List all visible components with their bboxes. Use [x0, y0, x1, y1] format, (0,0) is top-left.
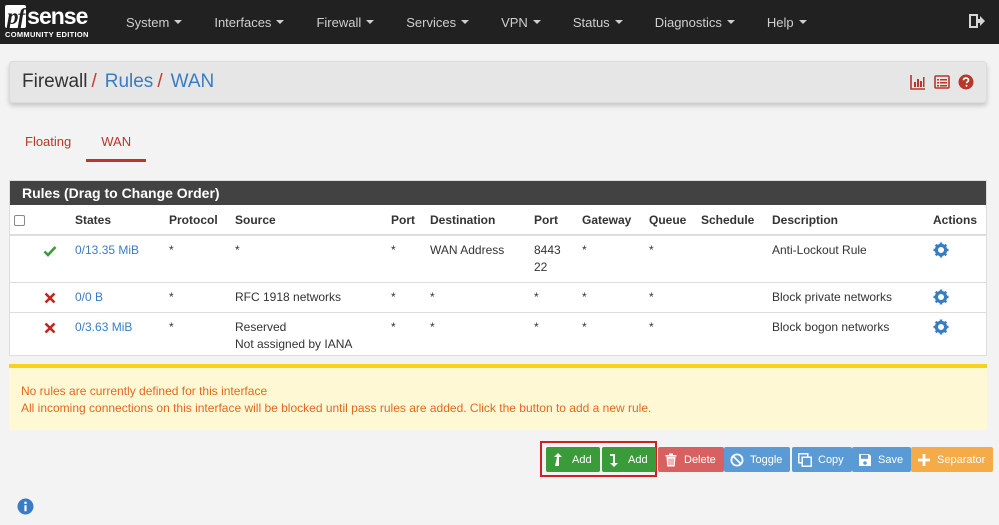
col-actions: Actions [929, 205, 986, 236]
trash-icon [665, 453, 677, 466]
caret-down-icon [726, 20, 735, 24]
nav-diagnostics[interactable]: Diagnostics [639, 0, 751, 44]
delete-button[interactable]: Delete [658, 447, 724, 472]
gear-icon[interactable] [933, 289, 949, 305]
nav-firewall[interactable]: Firewall [300, 0, 390, 44]
caret-down-icon [366, 20, 375, 24]
col-source: Source [231, 205, 387, 236]
nav-vpn[interactable]: VPN [485, 0, 557, 44]
block-x-icon [44, 322, 56, 334]
copy-button[interactable]: Copy [792, 447, 852, 472]
no-rules-alert: No rules are currently defined for this … [9, 364, 987, 430]
nav-status[interactable]: Status [557, 0, 639, 44]
nav-help[interactable]: Help [751, 0, 823, 44]
rules-table: States Protocol Source Port Destination … [10, 205, 986, 359]
states-link[interactable]: 0/13.35 MiB [75, 243, 139, 257]
main-menu: System Interfaces Firewall Services VPN … [110, 0, 823, 44]
block-x-icon [44, 292, 56, 304]
bar-chart-icon[interactable] [910, 74, 926, 90]
rules-heading: Rules (Drag to Change Order) [10, 181, 986, 205]
table-row[interactable]: 0/0 B * RFC 1918 networks * * * * * Bloc… [10, 282, 986, 313]
gear-icon[interactable] [933, 242, 949, 258]
ban-icon [730, 453, 744, 466]
caret-down-icon [276, 20, 285, 24]
col-destination: Destination [426, 205, 530, 236]
caret-down-icon [174, 20, 183, 24]
copy-icon [798, 452, 812, 467]
col-protocol: Protocol [165, 205, 231, 236]
toggle-button[interactable]: Toggle [724, 447, 791, 472]
add-rule-bottom-button[interactable]: Add [602, 447, 656, 472]
col-states: States [71, 205, 165, 236]
col-description: Description [768, 205, 929, 236]
gear-icon[interactable] [933, 319, 949, 335]
col-schedule: Schedule [697, 205, 768, 236]
states-link[interactable]: 0/3.63 MiB [75, 320, 132, 334]
add-rule-top-button[interactable]: Add [546, 447, 600, 472]
col-gateway: Gateway [578, 205, 645, 236]
breadcrumb: Firewall / Rules / WAN [9, 61, 987, 103]
top-navbar: pf sense COMMUNITY EDITION System Interfa… [0, 0, 999, 44]
breadcrumb-firewall: Firewall [22, 71, 88, 92]
select-all-checkbox[interactable] [14, 214, 25, 226]
rules-panel: Rules (Drag to Change Order) States Prot… [9, 180, 987, 359]
states-link[interactable]: 0/0 B [75, 290, 103, 304]
caret-down-icon [798, 20, 807, 24]
nav-system[interactable]: System [110, 0, 198, 44]
tab-floating[interactable]: Floating [10, 120, 86, 162]
alert-line-1: No rules are currently defined for this … [21, 384, 268, 398]
logo-sense-text: sense [27, 3, 88, 29]
col-dest-port: Port [530, 205, 578, 236]
caret-down-icon [461, 20, 470, 24]
table-row[interactable]: 0/3.63 MiB * Reserved Not assigned by IAN… [10, 312, 986, 359]
plus-icon [918, 453, 930, 466]
arrow-down-icon [610, 453, 618, 467]
info-icon[interactable] [17, 498, 34, 515]
breadcrumb-wan[interactable]: WAN [171, 71, 215, 93]
caret-down-icon [532, 20, 541, 24]
interface-tabs: Floating WAN [10, 120, 146, 162]
pass-checkmark-icon [43, 246, 57, 257]
col-queue: Queue [645, 205, 697, 236]
nav-interfaces[interactable]: Interfaces [198, 0, 300, 44]
col-port: Port [387, 205, 426, 236]
table-row[interactable]: 0/13.35 MiB * * * WAN Address 8443 22 * *… [10, 234, 986, 283]
separator-button[interactable]: Separator [911, 447, 994, 472]
help-question-icon[interactable] [958, 74, 974, 90]
alert-line-2: All incoming connections on this interfa… [21, 401, 652, 415]
nav-services[interactable]: Services [390, 0, 485, 44]
pfsense-logo[interactable]: pf sense COMMUNITY EDITION [0, 0, 110, 44]
breadcrumb-separator: / [157, 71, 163, 92]
tab-wan[interactable]: WAN [86, 120, 146, 162]
save-button[interactable]: Save [852, 447, 912, 472]
breadcrumb-rules[interactable]: Rules [105, 71, 154, 93]
list-icon[interactable] [934, 74, 950, 90]
logout-icon[interactable] [969, 13, 985, 29]
arrow-up-icon [554, 452, 562, 466]
table-header-row: States Protocol Source Port Destination … [10, 205, 986, 236]
logo-pf-text: pf [5, 4, 27, 29]
save-disk-icon [859, 453, 871, 466]
breadcrumb-separator: / [91, 71, 97, 92]
caret-down-icon [614, 20, 623, 24]
logo-edition-text: COMMUNITY EDITION [5, 30, 89, 39]
